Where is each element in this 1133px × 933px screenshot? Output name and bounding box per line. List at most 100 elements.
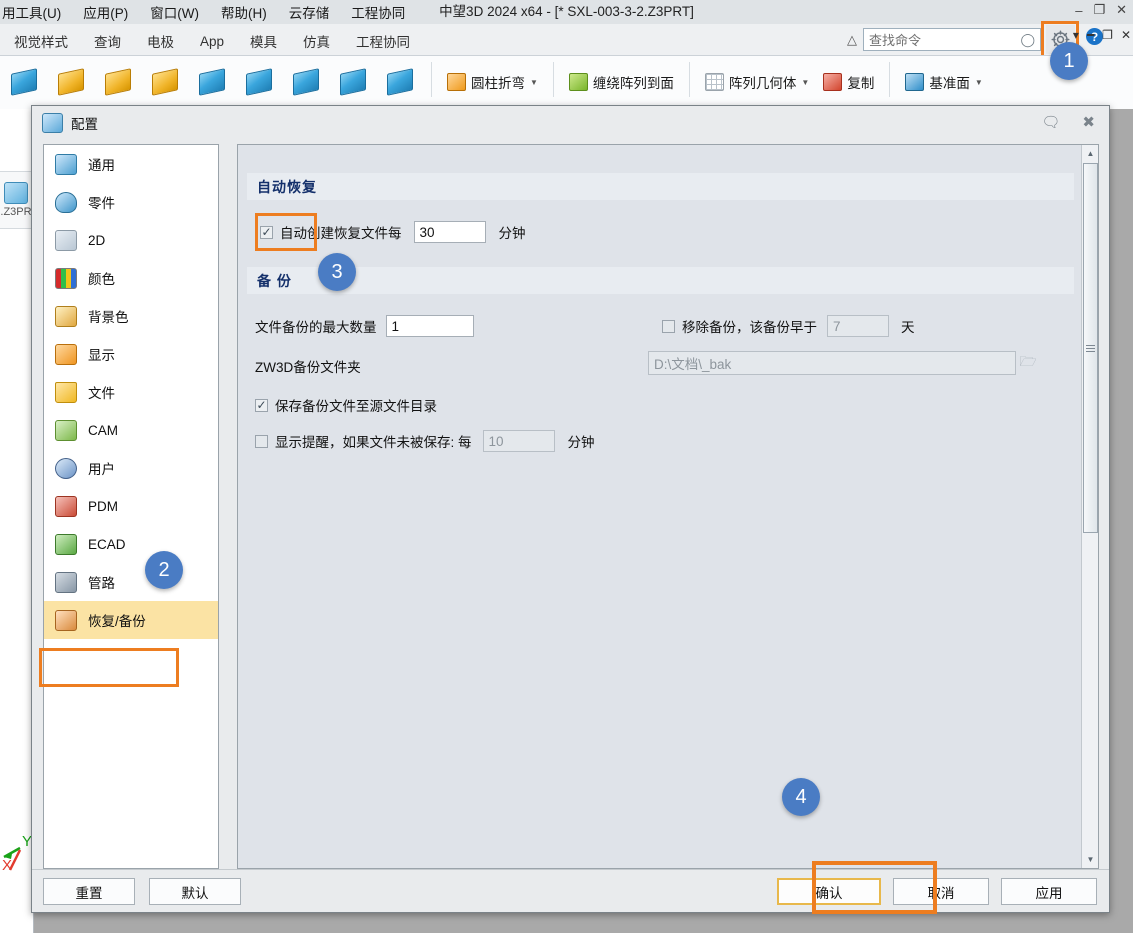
recovery-interval-input[interactable]: 30 [413, 221, 486, 243]
sidebar-item-background[interactable]: 背景色 [44, 297, 218, 335]
application-window: 中望3D 2024 x64 - [* SXL-003-3-2.Z3PRT] 用工… [0, 0, 1133, 933]
dialog-titlebar: 配置 🗨 ✖ [32, 106, 1109, 139]
remove-older-row: 移除备份，该备份早于 7 天 [662, 315, 915, 337]
sidebar-item-color[interactable]: 颜色 [44, 259, 218, 297]
ecad-icon [55, 533, 77, 555]
content-scrollbar[interactable]: ▲ ▼ [1081, 145, 1098, 868]
sidebar-item-label: CAM [88, 422, 118, 438]
backup-folder-path-input[interactable]: D:\文档\_bak [648, 351, 1016, 375]
tab-app[interactable]: App [200, 34, 224, 49]
ribbon-cmd-copy[interactable]: 复制 [816, 72, 881, 92]
sidebar-item-pipe[interactable]: 管路 [44, 563, 218, 601]
svg-text:X: X [2, 857, 12, 872]
dropdown-caret-icon[interactable]: ▾ [1073, 28, 1079, 42]
search-input[interactable]: 查找命令 ◯ [863, 28, 1041, 51]
chevron-down-icon[interactable]: ▼ [975, 78, 983, 87]
home-icon[interactable]: △ [847, 32, 857, 48]
tab-visual-style[interactable]: 视觉样式 [14, 31, 68, 51]
drawing-2d-icon [55, 229, 77, 251]
wrap-pattern-icon [568, 73, 588, 91]
backup-folder-label-row: ZW3D备份文件夹 [255, 356, 361, 376]
sidebar-item-ecad[interactable]: ECAD [44, 525, 218, 563]
scrollbar-thumb[interactable] [1083, 163, 1098, 533]
menu-item-collab[interactable]: 工程协同 [351, 2, 405, 22]
sidebar-item-label: 管路 [88, 576, 115, 591]
menu-item-apps[interactable]: 应用(P) [83, 2, 128, 22]
sidebar-item-2d[interactable]: 2D [44, 221, 218, 259]
sidebar-item-label: 恢复/备份 [88, 614, 146, 629]
window-controls: – ❐ ✕ [1075, 2, 1127, 18]
comment-icon[interactable]: 🗨 [1041, 113, 1060, 131]
remove-older-backups-checkbox[interactable] [662, 319, 675, 333]
tab-collaboration[interactable]: 工程协同 [356, 31, 410, 51]
tab-simulation[interactable]: 仿真 [303, 31, 330, 51]
ribbon-cmd-pattern-geometry[interactable]: 阵列几何体 ▼ [698, 72, 816, 92]
ribbon-cmd-label: 阵列几何体 [728, 76, 797, 91]
callout-badge-4: 4 [782, 778, 820, 816]
sidebar-item-label: 用户 [88, 462, 115, 477]
max-backups-input[interactable]: 1 [385, 315, 474, 337]
ribbon-cmd-datum-plane[interactable]: 基准面 ▼ [898, 72, 989, 92]
ribbon-cmd-wrap-pattern[interactable]: 缠绕阵列到面 [562, 72, 681, 92]
pipe-icon [55, 571, 77, 593]
default-button[interactable]: 默认 [149, 878, 241, 905]
remind-interval-input[interactable]: 10 [482, 430, 555, 452]
restore-small-icon[interactable]: ❐ [1102, 28, 1113, 42]
tab-query[interactable]: 查询 [94, 31, 121, 51]
sidebar-item-display[interactable]: 显示 [44, 335, 218, 373]
scroll-down-arrow-icon[interactable]: ▼ [1082, 851, 1098, 868]
config-icon [42, 112, 63, 133]
scrollbar-grip-icon [1086, 344, 1095, 352]
color-icon [55, 267, 77, 289]
minimize-small-icon[interactable]: ━ [1087, 28, 1094, 42]
tab-electrode[interactable]: 电极 [147, 31, 174, 51]
footer-left-buttons: 重置 默认 [43, 878, 241, 905]
viewport-file-node[interactable]: .Z3PR [0, 171, 32, 229]
sidebar-item-file[interactable]: 文件 [44, 373, 218, 411]
configuration-dialog: 配置 🗨 ✖ 通用 零件 2D 颜色 背景色 显示 文件 CAM 用户 PDM … [31, 105, 1110, 914]
sidebar-item-general[interactable]: 通用 [44, 145, 218, 183]
reset-button[interactable]: 重置 [43, 878, 135, 905]
window-titlebar: 中望3D 2024 x64 - [* SXL-003-3-2.Z3PRT] 用工… [0, 0, 1133, 24]
pdm-icon [55, 495, 77, 517]
sidebar-item-label: 2D [88, 232, 106, 248]
close-icon[interactable]: ✕ [1116, 2, 1127, 18]
remove-older-days-unit: 天 [901, 320, 915, 335]
datum-plane-icon [905, 73, 925, 91]
sidebar-item-pdm[interactable]: PDM [44, 487, 218, 525]
viewport-file-label: .Z3PR [0, 206, 32, 218]
auto-create-recovery-checkbox[interactable] [260, 225, 273, 239]
display-icon [55, 343, 77, 365]
minimize-icon[interactable]: – [1075, 3, 1082, 18]
apply-button[interactable]: 应用 [1001, 878, 1097, 905]
sidebar-item-label: 文件 [88, 386, 115, 401]
save-backup-to-source-checkbox[interactable] [255, 398, 268, 412]
ribbon-cmd-label: 复制 [847, 76, 875, 91]
sidebar-item-cam[interactable]: CAM [44, 411, 218, 449]
ribbon-cmd-label: 圆柱折弯 [471, 76, 525, 91]
remind-unsaved-checkbox[interactable] [255, 434, 268, 448]
ribbon-cmd-label: 基准面 [929, 76, 970, 91]
restore-icon[interactable]: ❐ [1093, 2, 1105, 18]
menu-item-cloud[interactable]: 云存储 [289, 2, 330, 22]
sidebar-item-recovery-backup[interactable]: 恢复/备份 [44, 601, 218, 639]
close-small-icon[interactable]: ✕ [1121, 28, 1131, 42]
remove-older-days-input[interactable]: 7 [827, 315, 889, 337]
chevron-down-icon[interactable]: ▼ [801, 78, 809, 87]
menu-item-window[interactable]: 窗口(W) [150, 2, 199, 22]
menu-item-help[interactable]: 帮助(H) [221, 2, 267, 22]
dialog-content-panel: 自动恢复 自动创建恢复文件每 30 分钟 备 份 文件备份的最大数量 1 [237, 144, 1099, 869]
section-header-autorecover: 自动恢复 [247, 173, 1074, 200]
part-file-icon [4, 182, 28, 204]
ribbon-cmd-label: 缠绕阵列到面 [592, 76, 674, 91]
section-title: 备 份 [257, 272, 292, 289]
close-icon[interactable]: ✖ [1082, 113, 1095, 131]
scroll-up-arrow-icon[interactable]: ▲ [1082, 145, 1098, 162]
ribbon-cmd-cylinder-bend[interactable]: 圆柱折弯 ▼ [440, 72, 545, 92]
tab-mold[interactable]: 模具 [250, 31, 277, 51]
menu-item-tools[interactable]: 用工具(U) [2, 2, 61, 22]
sidebar-item-part[interactable]: 零件 [44, 183, 218, 221]
sidebar-item-user[interactable]: 用户 [44, 449, 218, 487]
folder-open-icon[interactable]: 🗁 [1016, 352, 1040, 374]
chevron-down-icon[interactable]: ▼ [530, 78, 538, 87]
